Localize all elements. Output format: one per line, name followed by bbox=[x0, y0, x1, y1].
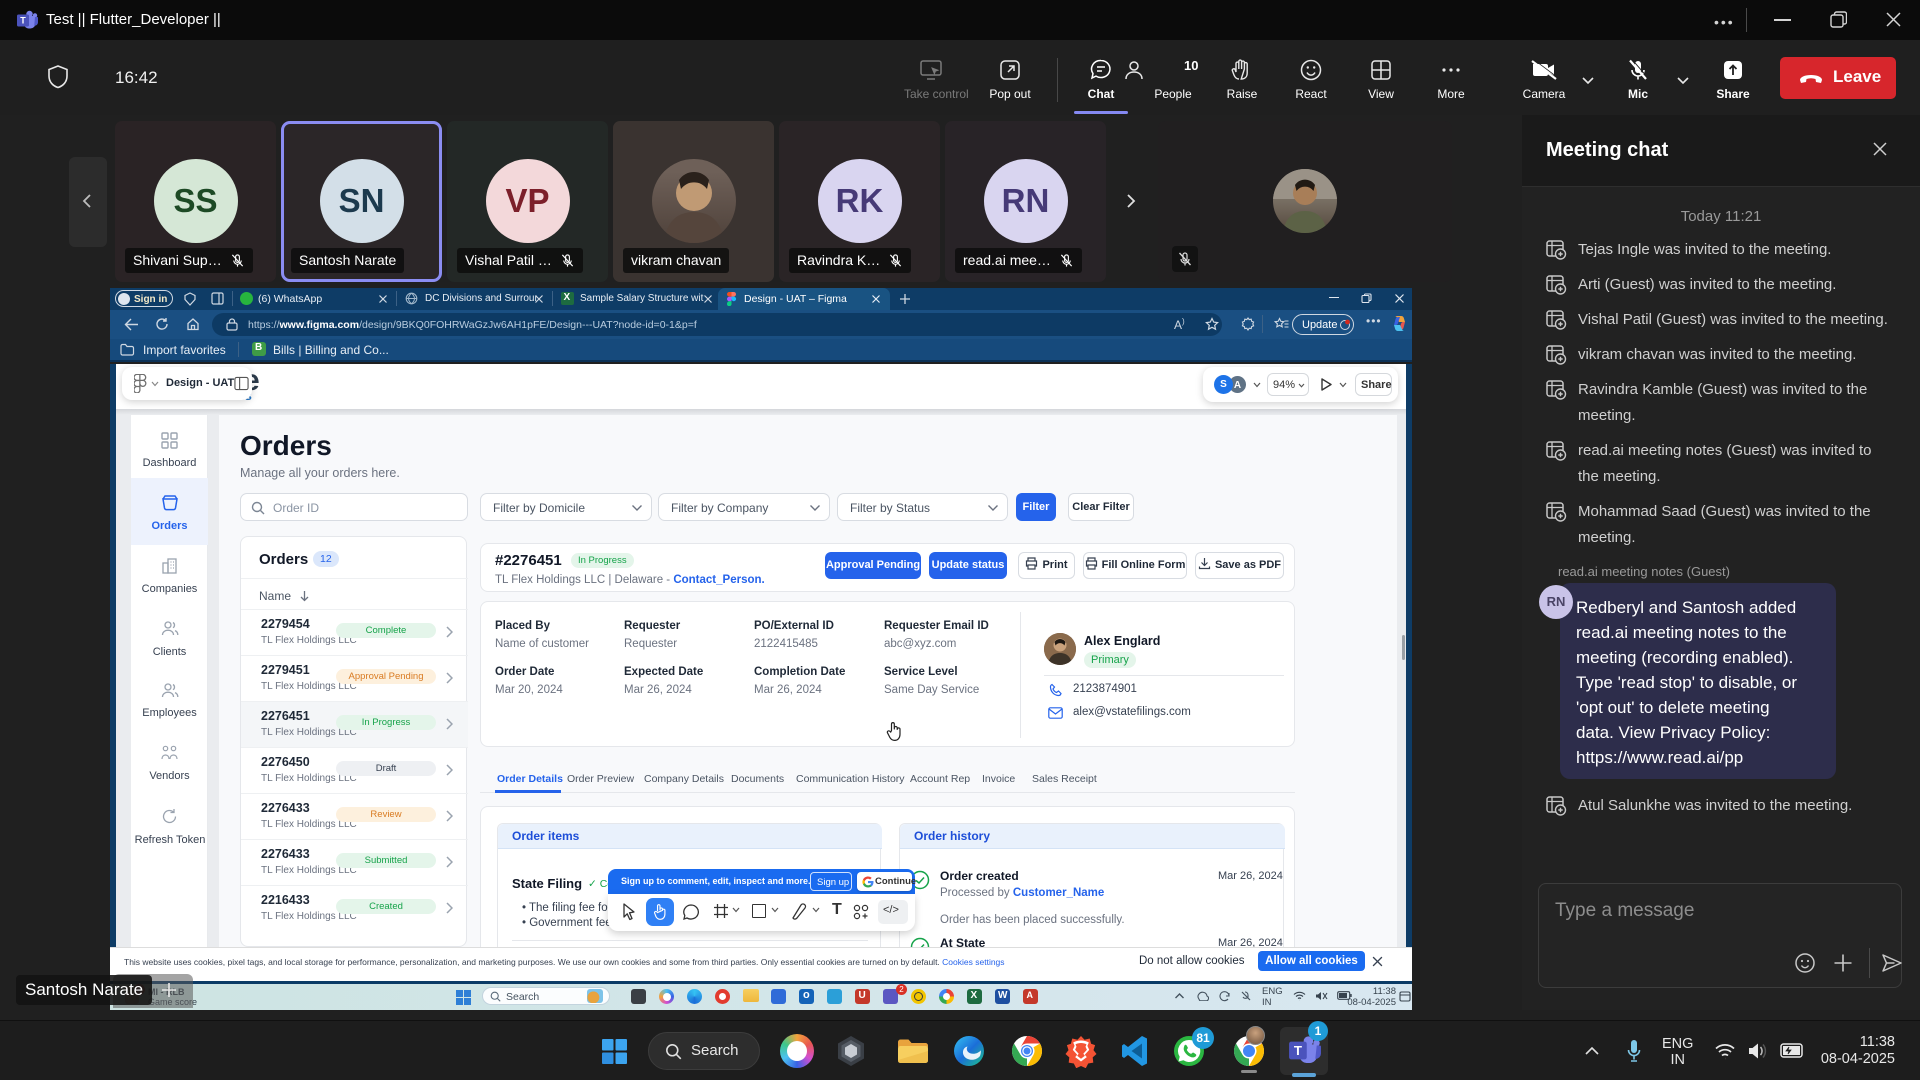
svg-text:T: T bbox=[20, 16, 26, 26]
svg-text:T: T bbox=[1294, 1043, 1302, 1058]
